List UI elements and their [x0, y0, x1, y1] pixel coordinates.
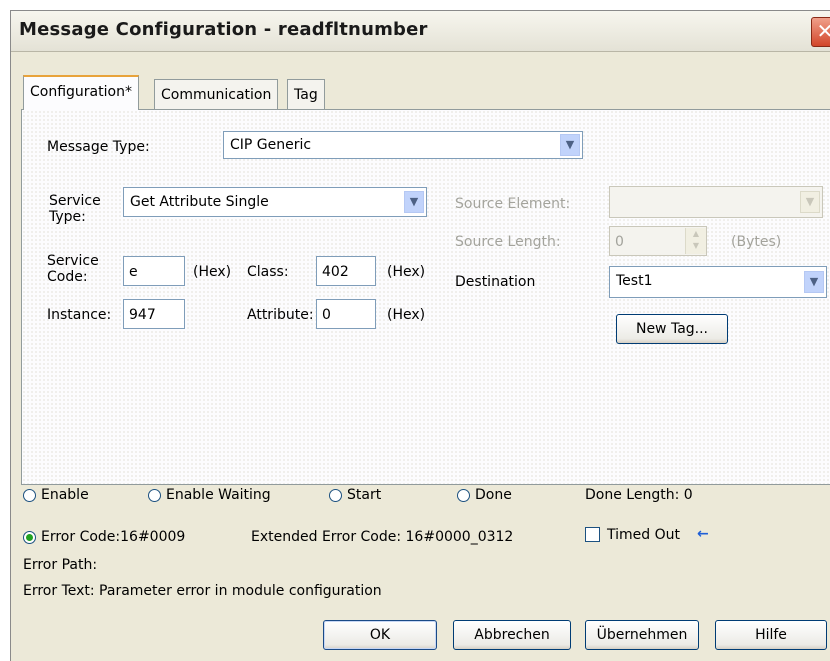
- source-element-select: ▼: [609, 186, 823, 218]
- enable-indicator: [23, 489, 36, 502]
- attribute-input[interactable]: 0: [316, 299, 376, 329]
- start-indicator: [329, 489, 342, 502]
- tab-configuration[interactable]: Configuration*: [23, 75, 139, 110]
- ok-button[interactable]: OK: [323, 620, 437, 650]
- apply-button[interactable]: Übernehmen: [585, 620, 699, 650]
- attribute-label: Attribute:: [247, 307, 314, 323]
- enable-label: Enable: [41, 487, 89, 503]
- service-type-label-line2: Type:: [49, 209, 86, 225]
- enable-waiting-indicator: [148, 489, 161, 502]
- destination-label: Destination: [455, 274, 536, 290]
- destination-value[interactable]: Test1: [616, 273, 652, 289]
- attribute-hex-label: (Hex): [387, 307, 426, 323]
- chevron-down-icon[interactable]: ▼: [804, 271, 824, 293]
- error-path: Error Path:: [23, 557, 98, 573]
- chevron-down-icon[interactable]: ▼: [560, 134, 580, 156]
- title-bar: Message Configuration - readfltnumber ✕: [11, 11, 830, 52]
- tab-communication[interactable]: Communication: [154, 79, 279, 109]
- close-button[interactable]: ✕: [811, 17, 830, 47]
- destination-select[interactable]: Test1 ▼: [609, 266, 827, 298]
- chevron-down-icon[interactable]: ▼: [404, 191, 424, 213]
- spin-up-icon: ▲: [692, 229, 700, 238]
- message-type-select[interactable]: CIP Generic ▼: [223, 131, 583, 159]
- class-input[interactable]: 402: [316, 256, 376, 286]
- message-configuration-dialog: Message Configuration - readfltnumber ✕ …: [10, 10, 830, 661]
- arrow-left-icon: ←: [697, 526, 709, 542]
- chevron-down-icon: ▼: [800, 191, 820, 213]
- message-type-value: CIP Generic: [230, 137, 312, 153]
- done-indicator: [457, 489, 470, 502]
- service-code-label-line1: Service: [47, 253, 99, 269]
- done-length: Done Length: 0: [585, 487, 693, 503]
- tab-tag[interactable]: Tag: [287, 79, 325, 109]
- extended-error-code: Extended Error Code: 16#0000_0312: [251, 529, 514, 545]
- instance-input[interactable]: 947: [123, 299, 185, 329]
- source-length-spinner: ▲ ▼: [685, 228, 706, 254]
- service-type-value: Get Attribute Single: [130, 194, 269, 210]
- instance-label: Instance:: [47, 307, 112, 323]
- cancel-button[interactable]: Abbrechen: [453, 620, 571, 650]
- service-code-input[interactable]: e: [123, 256, 185, 286]
- source-element-label: Source Element:: [455, 196, 571, 212]
- class-hex-label: (Hex): [387, 264, 426, 280]
- new-tag-button[interactable]: New Tag...: [616, 314, 728, 344]
- start-label: Start: [347, 487, 382, 503]
- help-button[interactable]: Hilfe: [715, 620, 827, 650]
- class-label: Class:: [247, 264, 289, 280]
- dialog-title: Message Configuration - readfltnumber: [19, 19, 428, 40]
- source-length-label: Source Length:: [455, 234, 561, 250]
- timed-out-checkbox: [585, 527, 600, 542]
- spin-down-icon: ▼: [692, 241, 700, 250]
- error-code: Error Code:16#0009: [41, 529, 186, 545]
- enable-waiting-label: Enable Waiting: [166, 487, 271, 503]
- error-text: Error Text: Parameter error in module co…: [23, 583, 382, 599]
- done-label: Done: [475, 487, 512, 503]
- service-type-label-line1: Service: [49, 193, 101, 209]
- service-type-select[interactable]: Get Attribute Single ▼: [123, 187, 427, 217]
- error-code-indicator: [23, 531, 36, 544]
- timed-out-label: Timed Out: [607, 527, 680, 543]
- service-code-hex-label: (Hex): [193, 264, 232, 280]
- message-type-label: Message Type:: [47, 139, 150, 155]
- bytes-label: (Bytes): [731, 234, 782, 250]
- service-code-label-line2: Code:: [47, 269, 88, 285]
